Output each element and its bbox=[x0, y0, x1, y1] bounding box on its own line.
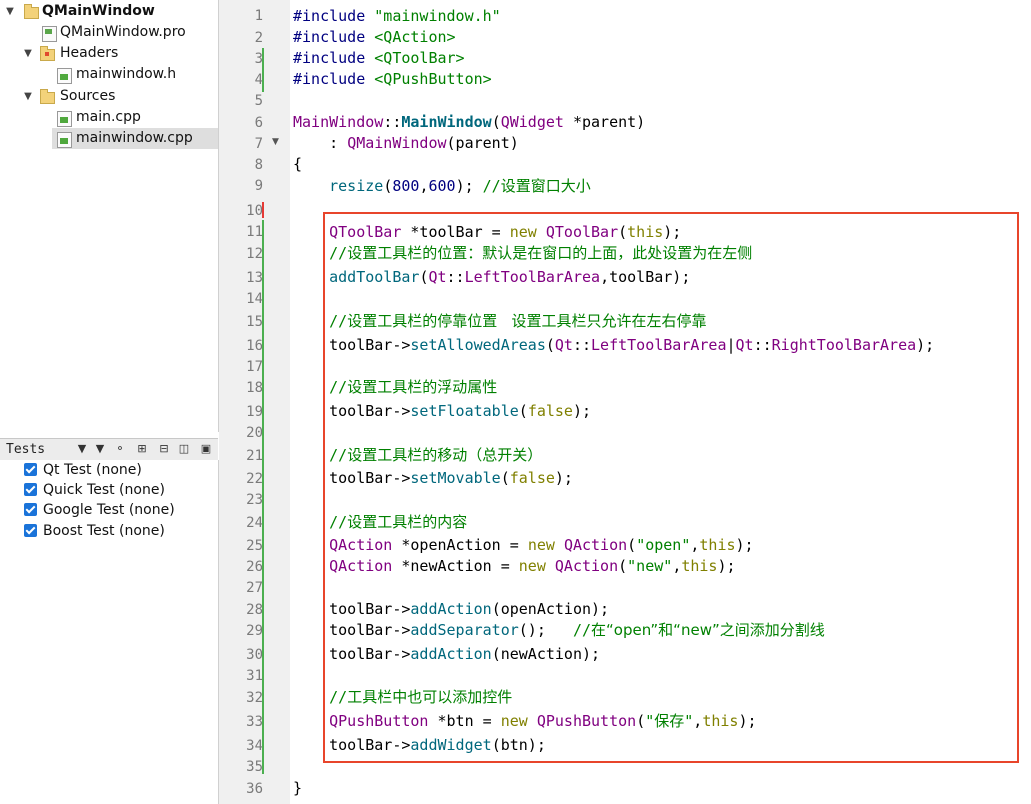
line-number: 22 bbox=[246, 471, 263, 487]
source-file-icon bbox=[57, 132, 72, 148]
line-number: 25 bbox=[246, 538, 263, 554]
checkbox[interactable] bbox=[24, 483, 37, 496]
project-folder-icon bbox=[24, 4, 39, 19]
line-number: 2 bbox=[254, 30, 263, 46]
tests-pane-title: Tests bbox=[6, 442, 46, 457]
tree-item-mainwindow-h[interactable]: mainwindow.h bbox=[0, 64, 218, 85]
header-file-icon bbox=[57, 68, 72, 84]
chevron-down-icon[interactable]: ▼ bbox=[22, 43, 34, 64]
code-line: : QMainWindow(parent) bbox=[293, 134, 519, 152]
change-marker bbox=[262, 48, 264, 92]
line-number: 21 bbox=[246, 448, 263, 464]
line-number: 31 bbox=[246, 668, 263, 684]
chevron-down-icon[interactable]: ▼ bbox=[4, 1, 16, 22]
line-number: 27 bbox=[246, 580, 263, 596]
line-number: 6 bbox=[254, 115, 263, 131]
line-number: 24 bbox=[246, 515, 263, 531]
checkbox[interactable] bbox=[24, 524, 37, 537]
run-icon[interactable]: ⚬ bbox=[112, 441, 128, 457]
line-number: 3 bbox=[254, 51, 263, 67]
line-number: 34 bbox=[246, 738, 263, 754]
tree-item-label: QMainWindow.pro bbox=[60, 24, 186, 40]
tree-item-mainwindow-cpp[interactable]: mainwindow.cpp bbox=[52, 128, 218, 149]
code-line: #include <QPushButton> bbox=[293, 70, 492, 88]
line-number: 30 bbox=[246, 647, 263, 663]
line-number: 15 bbox=[246, 314, 263, 330]
code-line: MainWindow::MainWindow(QWidget *parent) bbox=[293, 113, 646, 131]
collapse-all-icon[interactable]: ⊟ bbox=[156, 441, 172, 457]
tree-item-label: QMainWindow bbox=[42, 3, 155, 19]
tree-item-label: mainwindow.cpp bbox=[76, 130, 193, 146]
line-number: 7 bbox=[254, 136, 263, 152]
test-item-label: Quick Test (none) bbox=[43, 482, 165, 498]
change-marker bbox=[262, 202, 264, 218]
tree-item-pro-file[interactable]: QMainWindow.pro bbox=[0, 22, 218, 43]
line-number: 12 bbox=[246, 246, 263, 262]
tree-item-label: main.cpp bbox=[76, 109, 141, 125]
line-number: 36 bbox=[246, 781, 263, 797]
code-line: { bbox=[293, 155, 303, 173]
headers-folder-icon bbox=[40, 46, 55, 61]
line-number: 4 bbox=[254, 72, 263, 88]
line-number: 16 bbox=[246, 338, 263, 354]
line-number: 35 bbox=[246, 759, 263, 775]
dropdown-arrow-icon[interactable]: ▼ bbox=[74, 441, 90, 457]
line-number: 29 bbox=[246, 623, 263, 639]
line-number: 1 bbox=[254, 8, 263, 24]
line-number: 13 bbox=[246, 270, 263, 286]
line-number: 23 bbox=[246, 492, 263, 508]
line-number: 8 bbox=[254, 157, 263, 173]
test-item-quick[interactable]: Quick Test (none) bbox=[24, 480, 165, 500]
test-item-boost[interactable]: Boost Test (none) bbox=[24, 521, 165, 541]
line-number: 10 bbox=[246, 203, 263, 219]
project-tree: ▼ QMainWindow QMainWindow.pro ▼ Headers … bbox=[0, 0, 219, 432]
test-item-label: Boost Test (none) bbox=[43, 523, 165, 539]
tree-item-main-cpp[interactable]: main.cpp bbox=[0, 107, 218, 128]
tree-item-label: Headers bbox=[60, 45, 119, 61]
close-pane-icon[interactable]: ▣ bbox=[198, 441, 214, 457]
test-item-google[interactable]: Google Test (none) bbox=[24, 500, 175, 520]
test-item-qt[interactable]: Qt Test (none) bbox=[24, 460, 142, 480]
tests-pane-header: Tests ▼ ▼ ⚬ ⊞ ⊟ ◫ ▣ bbox=[0, 438, 218, 461]
test-item-label: Qt Test (none) bbox=[43, 462, 142, 478]
sources-folder-icon bbox=[40, 89, 55, 104]
code-line: resize(800,600); //设置窗口大小 bbox=[329, 177, 591, 195]
filter-icon[interactable]: ▼ bbox=[92, 441, 108, 457]
code-line: } bbox=[293, 779, 303, 797]
tree-item-project[interactable]: ▼ QMainWindow bbox=[0, 1, 218, 22]
line-number: 19 bbox=[246, 404, 263, 420]
tests-list: Qt Test (none) Quick Test (none) Google … bbox=[0, 460, 219, 804]
checkbox[interactable] bbox=[24, 463, 37, 476]
code-line: #include <QAction> bbox=[293, 28, 456, 46]
tree-item-headers[interactable]: ▼ Headers bbox=[0, 43, 218, 64]
line-number: 32 bbox=[246, 690, 263, 706]
expand-all-icon[interactable]: ⊞ bbox=[134, 441, 150, 457]
fold-arrow-icon[interactable]: ▼ bbox=[272, 137, 279, 147]
line-number: 9 bbox=[254, 178, 263, 194]
change-marker bbox=[262, 220, 264, 774]
split-icon[interactable]: ◫ bbox=[176, 441, 192, 457]
line-number: 26 bbox=[246, 559, 263, 575]
line-number: 18 bbox=[246, 380, 263, 396]
tree-item-label: Sources bbox=[60, 88, 116, 104]
line-number: 17 bbox=[246, 359, 263, 375]
line-number: 20 bbox=[246, 425, 263, 441]
source-file-icon bbox=[57, 111, 72, 127]
tree-item-sources[interactable]: ▼ Sources bbox=[0, 86, 218, 107]
chevron-down-icon[interactable]: ▼ bbox=[22, 86, 34, 107]
checkbox[interactable] bbox=[24, 503, 37, 516]
line-number: 5 bbox=[254, 93, 263, 109]
tree-item-label: mainwindow.h bbox=[76, 66, 177, 82]
code-line: #include <QToolBar> bbox=[293, 49, 465, 67]
code-line: #include "mainwindow.h" bbox=[293, 7, 501, 25]
pro-file-icon bbox=[42, 26, 57, 42]
line-number: 33 bbox=[246, 714, 263, 730]
test-item-label: Google Test (none) bbox=[43, 502, 175, 518]
line-number: 14 bbox=[246, 291, 263, 307]
highlight-annotation-box bbox=[323, 212, 1019, 763]
line-number: 28 bbox=[246, 602, 263, 618]
line-number: 11 bbox=[246, 224, 263, 240]
